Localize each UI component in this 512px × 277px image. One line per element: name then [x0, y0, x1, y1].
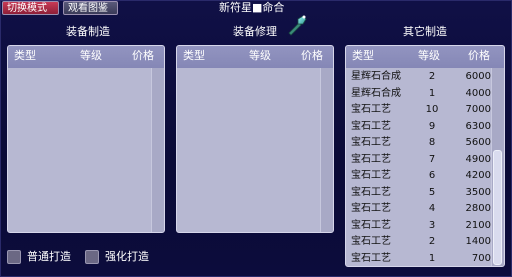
item-level: 9 — [428, 120, 436, 132]
item-type: 宝石工艺 — [351, 120, 391, 132]
item-price: 7000 — [465, 104, 491, 115]
scrollbar[interactable] — [320, 68, 333, 232]
item-price: 6300 — [465, 120, 491, 132]
enhanced-forge-label: 强化打造 — [105, 250, 149, 263]
item-level: 2 — [428, 71, 436, 82]
column-price: 价格 — [301, 49, 323, 62]
column-type: 类型 — [14, 49, 36, 62]
view-catalog-button[interactable]: 观看图鉴 — [63, 1, 118, 15]
item-price: 2100 — [465, 219, 491, 231]
scrollbar[interactable] — [491, 68, 504, 266]
list-item[interactable]: 星辉石合成 1 4000 — [346, 86, 492, 102]
item-type: 星辉石合成 — [351, 87, 401, 99]
scrollbar-thumb[interactable] — [493, 150, 502, 265]
list-item[interactable]: 宝石工艺 2 1400 — [346, 234, 492, 250]
column-type: 类型 — [183, 49, 205, 62]
item-level: 1 — [428, 87, 436, 99]
item-type: 宝石工艺 — [351, 186, 391, 198]
item-type: 宝石工艺 — [351, 104, 391, 115]
item-level: 4 — [428, 203, 436, 214]
item-type: 宝石工艺 — [351, 252, 391, 264]
item-level: 6 — [428, 170, 436, 181]
item-level: 3 — [428, 219, 436, 231]
column-price: 价格 — [132, 49, 154, 62]
item-level: 2 — [428, 236, 436, 247]
list-item[interactable]: 宝石工艺 8 5600 — [346, 135, 492, 151]
item-level: 5 — [428, 186, 436, 198]
list-item[interactable]: 宝石工艺 5 3500 — [346, 185, 492, 201]
normal-forge-label: 普通打造 — [27, 250, 71, 263]
list-item[interactable]: 星辉石合成 2 6000 — [346, 69, 492, 85]
item-price: 4200 — [465, 170, 491, 181]
enhanced-forge-option[interactable]: 强化打造 — [85, 249, 149, 265]
switch-mode-button[interactable]: 切换模式 — [2, 1, 59, 15]
scrollbar[interactable] — [151, 68, 164, 232]
item-level: 7 — [428, 153, 436, 165]
equipment-repair-title: 装备修理 — [233, 25, 277, 38]
item-price: 1400 — [465, 236, 491, 247]
magic-wand-icon[interactable] — [285, 13, 309, 37]
item-price: 4000 — [465, 87, 491, 99]
list-item[interactable]: 宝石工艺 9 6300 — [346, 119, 492, 135]
item-level: 10 — [425, 104, 439, 115]
equipment-craft-title: 装备制造 — [66, 25, 110, 38]
item-level: 8 — [428, 137, 436, 148]
list-item[interactable]: 宝石工艺 10 7000 — [346, 102, 492, 118]
item-price: 5600 — [465, 137, 491, 148]
column-level: 等级 — [249, 49, 271, 62]
other-craft-title: 其它制造 — [403, 25, 447, 38]
list-item[interactable]: 宝石工艺 1 700 — [346, 251, 492, 267]
item-price: 4900 — [465, 153, 491, 165]
column-level: 等级 — [418, 49, 440, 62]
item-type: 宝石工艺 — [351, 236, 391, 247]
list-item[interactable]: 宝石工艺 6 4200 — [346, 168, 492, 184]
normal-forge-option[interactable]: 普通打造 — [7, 249, 71, 265]
item-type: 宝石工艺 — [351, 203, 391, 214]
window-title: 新符星■命合 — [219, 1, 285, 14]
column-level: 等级 — [80, 49, 102, 62]
equipment-repair-list[interactable]: 类型 等级 价格 — [176, 45, 334, 233]
normal-forge-checkbox[interactable] — [7, 250, 21, 264]
list-item[interactable]: 宝石工艺 4 2800 — [346, 201, 492, 217]
list-header: 类型 等级 价格 — [346, 46, 504, 68]
item-type: 宝石工艺 — [351, 219, 391, 231]
list-header: 类型 等级 价格 — [177, 46, 333, 68]
item-type: 星辉石合成 — [351, 71, 401, 82]
other-craft-list[interactable]: 类型 等级 价格 星辉石合成 2 6000 星辉石合成 1 4000 宝石工艺 10 7000 宝… — [345, 45, 505, 267]
item-type: 宝石工艺 — [351, 137, 391, 148]
item-type: 宝石工艺 — [351, 170, 391, 181]
item-type: 宝石工艺 — [351, 153, 391, 165]
enhanced-forge-checkbox[interactable] — [85, 250, 99, 264]
column-price: 价格 — [468, 49, 490, 62]
item-price: 700 — [471, 252, 491, 264]
item-price: 2800 — [465, 203, 491, 214]
list-item[interactable]: 宝石工艺 7 4900 — [346, 152, 492, 168]
list-header: 类型 等级 价格 — [8, 46, 164, 68]
craft-window: 切换模式 观看图鉴 新符星■命合 装备制造 装备修理 其它制造 类型 等级 价格… — [0, 0, 512, 277]
equipment-craft-list[interactable]: 类型 等级 价格 — [7, 45, 165, 233]
item-level: 1 — [428, 252, 436, 264]
item-price: 3500 — [465, 186, 491, 198]
column-type: 类型 — [352, 49, 374, 62]
list-item[interactable]: 宝石工艺 3 2100 — [346, 218, 492, 234]
item-price: 6000 — [465, 71, 491, 82]
